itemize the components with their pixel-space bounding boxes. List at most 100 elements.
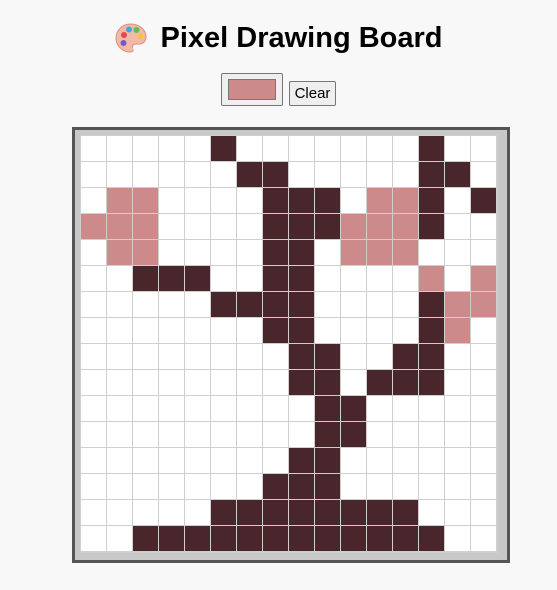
pixel-cell[interactable] (393, 188, 419, 214)
pixel-cell[interactable] (133, 370, 159, 396)
pixel-cell[interactable] (81, 214, 107, 240)
pixel-cell[interactable] (159, 266, 185, 292)
pixel-cell[interactable] (263, 136, 289, 162)
pixel-cell[interactable] (185, 370, 211, 396)
pixel-cell[interactable] (445, 396, 471, 422)
pixel-cell[interactable] (185, 292, 211, 318)
pixel-cell[interactable] (315, 422, 341, 448)
pixel-cell[interactable] (107, 422, 133, 448)
pixel-cell[interactable] (315, 266, 341, 292)
pixel-cell[interactable] (211, 396, 237, 422)
pixel-cell[interactable] (367, 188, 393, 214)
pixel-cell[interactable] (341, 370, 367, 396)
pixel-cell[interactable] (211, 526, 237, 552)
pixel-cell[interactable] (107, 448, 133, 474)
pixel-cell[interactable] (159, 214, 185, 240)
pixel-cell[interactable] (107, 526, 133, 552)
pixel-cell[interactable] (237, 292, 263, 318)
pixel-cell[interactable] (133, 448, 159, 474)
pixel-cell[interactable] (81, 526, 107, 552)
pixel-cell[interactable] (133, 162, 159, 188)
pixel-cell[interactable] (107, 188, 133, 214)
pixel-cell[interactable] (445, 526, 471, 552)
pixel-cell[interactable] (263, 214, 289, 240)
pixel-cell[interactable] (445, 292, 471, 318)
pixel-cell[interactable] (445, 266, 471, 292)
pixel-cell[interactable] (393, 344, 419, 370)
pixel-cell[interactable] (367, 500, 393, 526)
pixel-cell[interactable] (315, 292, 341, 318)
pixel-cell[interactable] (341, 266, 367, 292)
pixel-cell[interactable] (263, 344, 289, 370)
pixel-cell[interactable] (263, 526, 289, 552)
pixel-cell[interactable] (185, 396, 211, 422)
pixel-cell[interactable] (315, 396, 341, 422)
pixel-cell[interactable] (419, 318, 445, 344)
pixel-cell[interactable] (471, 448, 497, 474)
pixel-cell[interactable] (237, 448, 263, 474)
pixel-cell[interactable] (471, 396, 497, 422)
pixel-cell[interactable] (211, 422, 237, 448)
pixel-cell[interactable] (185, 318, 211, 344)
pixel-cell[interactable] (367, 344, 393, 370)
pixel-cell[interactable] (419, 396, 445, 422)
pixel-cell[interactable] (393, 500, 419, 526)
pixel-cell[interactable] (471, 370, 497, 396)
pixel-cell[interactable] (185, 526, 211, 552)
pixel-cell[interactable] (393, 474, 419, 500)
pixel-cell[interactable] (81, 188, 107, 214)
pixel-cell[interactable] (133, 500, 159, 526)
pixel-cell[interactable] (185, 240, 211, 266)
pixel-cell[interactable] (419, 292, 445, 318)
pixel-cell[interactable] (263, 422, 289, 448)
pixel-cell[interactable] (289, 344, 315, 370)
pixel-cell[interactable] (341, 344, 367, 370)
pixel-cell[interactable] (367, 448, 393, 474)
pixel-cell[interactable] (419, 188, 445, 214)
pixel-cell[interactable] (211, 136, 237, 162)
pixel-cell[interactable] (133, 292, 159, 318)
pixel-cell[interactable] (393, 396, 419, 422)
pixel-cell[interactable] (159, 162, 185, 188)
pixel-cell[interactable] (315, 240, 341, 266)
pixel-cell[interactable] (315, 188, 341, 214)
pixel-cell[interactable] (133, 318, 159, 344)
clear-button[interactable]: Clear (288, 81, 337, 106)
pixel-cell[interactable] (445, 500, 471, 526)
pixel-cell[interactable] (341, 422, 367, 448)
pixel-cell[interactable] (341, 448, 367, 474)
pixel-cell[interactable] (237, 318, 263, 344)
pixel-cell[interactable] (81, 370, 107, 396)
pixel-cell[interactable] (341, 292, 367, 318)
pixel-cell[interactable] (263, 396, 289, 422)
pixel-cell[interactable] (289, 136, 315, 162)
pixel-cell[interactable] (211, 344, 237, 370)
pixel-cell[interactable] (263, 240, 289, 266)
pixel-cell[interactable] (263, 448, 289, 474)
pixel-cell[interactable] (367, 318, 393, 344)
color-picker[interactable] (220, 73, 283, 106)
pixel-cell[interactable] (263, 266, 289, 292)
pixel-cell[interactable] (471, 240, 497, 266)
pixel-cell[interactable] (211, 370, 237, 396)
pixel-cell[interactable] (341, 526, 367, 552)
pixel-cell[interactable] (289, 292, 315, 318)
pixel-cell[interactable] (341, 318, 367, 344)
pixel-cell[interactable] (445, 136, 471, 162)
pixel-cell[interactable] (315, 318, 341, 344)
pixel-cell[interactable] (107, 344, 133, 370)
pixel-cell[interactable] (211, 318, 237, 344)
pixel-cell[interactable] (133, 266, 159, 292)
pixel-cell[interactable] (133, 422, 159, 448)
pixel-cell[interactable] (211, 214, 237, 240)
pixel-cell[interactable] (419, 136, 445, 162)
pixel-cell[interactable] (237, 266, 263, 292)
pixel-cell[interactable] (107, 162, 133, 188)
pixel-cell[interactable] (289, 422, 315, 448)
pixel-cell[interactable] (367, 526, 393, 552)
pixel-cell[interactable] (289, 214, 315, 240)
pixel-cell[interactable] (341, 188, 367, 214)
pixel-cell[interactable] (211, 188, 237, 214)
pixel-cell[interactable] (445, 162, 471, 188)
pixel-cell[interactable] (315, 214, 341, 240)
